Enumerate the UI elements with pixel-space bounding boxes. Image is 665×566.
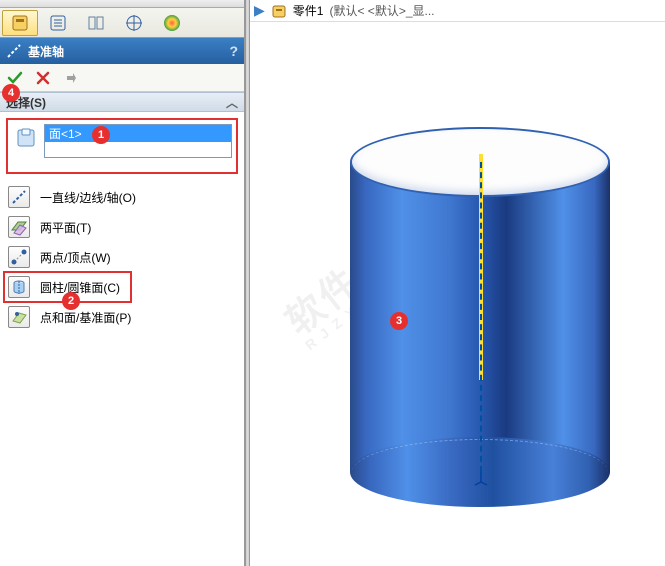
origin-icon [473,470,489,486]
selection-item-label: 面<1> [49,125,82,142]
axis-centerline [480,162,482,472]
axis-type-label: 圆柱/圆锥面(C) [40,279,120,296]
points-icon [8,246,30,268]
feature-title-bar: 基准轴 ? [0,38,244,64]
3d-viewport[interactable]: 软件自学网RJZXW.COM 3 [250,22,665,566]
marker-3: 3 [390,312,408,330]
axis-type-label: 一直线/边线/轴(O) [40,189,136,206]
part-icon [271,3,287,19]
tab-property-manager[interactable] [40,10,76,36]
breadcrumb-bar: ▶ 零件1 (默认< <默认>_显... [250,0,665,22]
tab-feature-manager[interactable] [2,10,38,36]
panel-tab-strip [0,8,244,38]
marker-1: 1 [92,126,110,144]
help-icon[interactable]: ? [229,43,238,59]
chevron-up-icon[interactable]: ︿ [226,94,238,111]
action-row: 4 [0,64,244,92]
axis-icon [6,43,22,59]
point-face-icon [8,306,30,328]
section-selection-header[interactable]: 选择(S) ︿ [0,92,244,112]
axis-type-cylinder[interactable]: 圆柱/圆锥面(C) 2 [0,272,244,302]
selection-filter-icon[interactable] [12,124,40,150]
cancel-button[interactable] [30,66,56,90]
breadcrumb-suffix: (默认< <默认>_显... [329,2,434,19]
tab-display-manager[interactable] [154,10,190,36]
selection-box: 面<1> 1 [6,118,238,174]
axis-type-list: 一直线/边线/轴(O) 两平面(T) 两点/顶点(W) 圆柱/圆锥面(C) [0,180,244,340]
axis-type-label: 两点/顶点(W) [40,249,111,266]
selection-item[interactable]: 面<1> [45,125,231,142]
breadcrumb-expand-icon[interactable]: ▶ [254,2,265,19]
feature-title: 基准轴 [28,43,64,60]
planes-icon [8,216,30,238]
axis-type-two-points[interactable]: 两点/顶点(W) [0,242,244,272]
axis-type-two-planes[interactable]: 两平面(T) [0,212,244,242]
tab-dimxpert[interactable] [116,10,152,36]
breadcrumb-item[interactable]: 零件1 [293,2,324,19]
selection-list[interactable]: 面<1> [44,124,232,158]
axis-type-label: 点和面/基准面(P) [40,309,131,326]
line-icon [8,186,30,208]
pin-button[interactable] [58,66,84,90]
tab-configuration-manager[interactable] [78,10,114,36]
cylinder-icon [8,276,30,298]
marker-2: 2 [62,292,80,310]
axis-type-line[interactable]: 一直线/边线/轴(O) [0,182,244,212]
marker-4: 4 [2,84,20,102]
axis-type-point-face[interactable]: 点和面/基准面(P) [0,302,244,332]
axis-type-label: 两平面(T) [40,219,91,236]
